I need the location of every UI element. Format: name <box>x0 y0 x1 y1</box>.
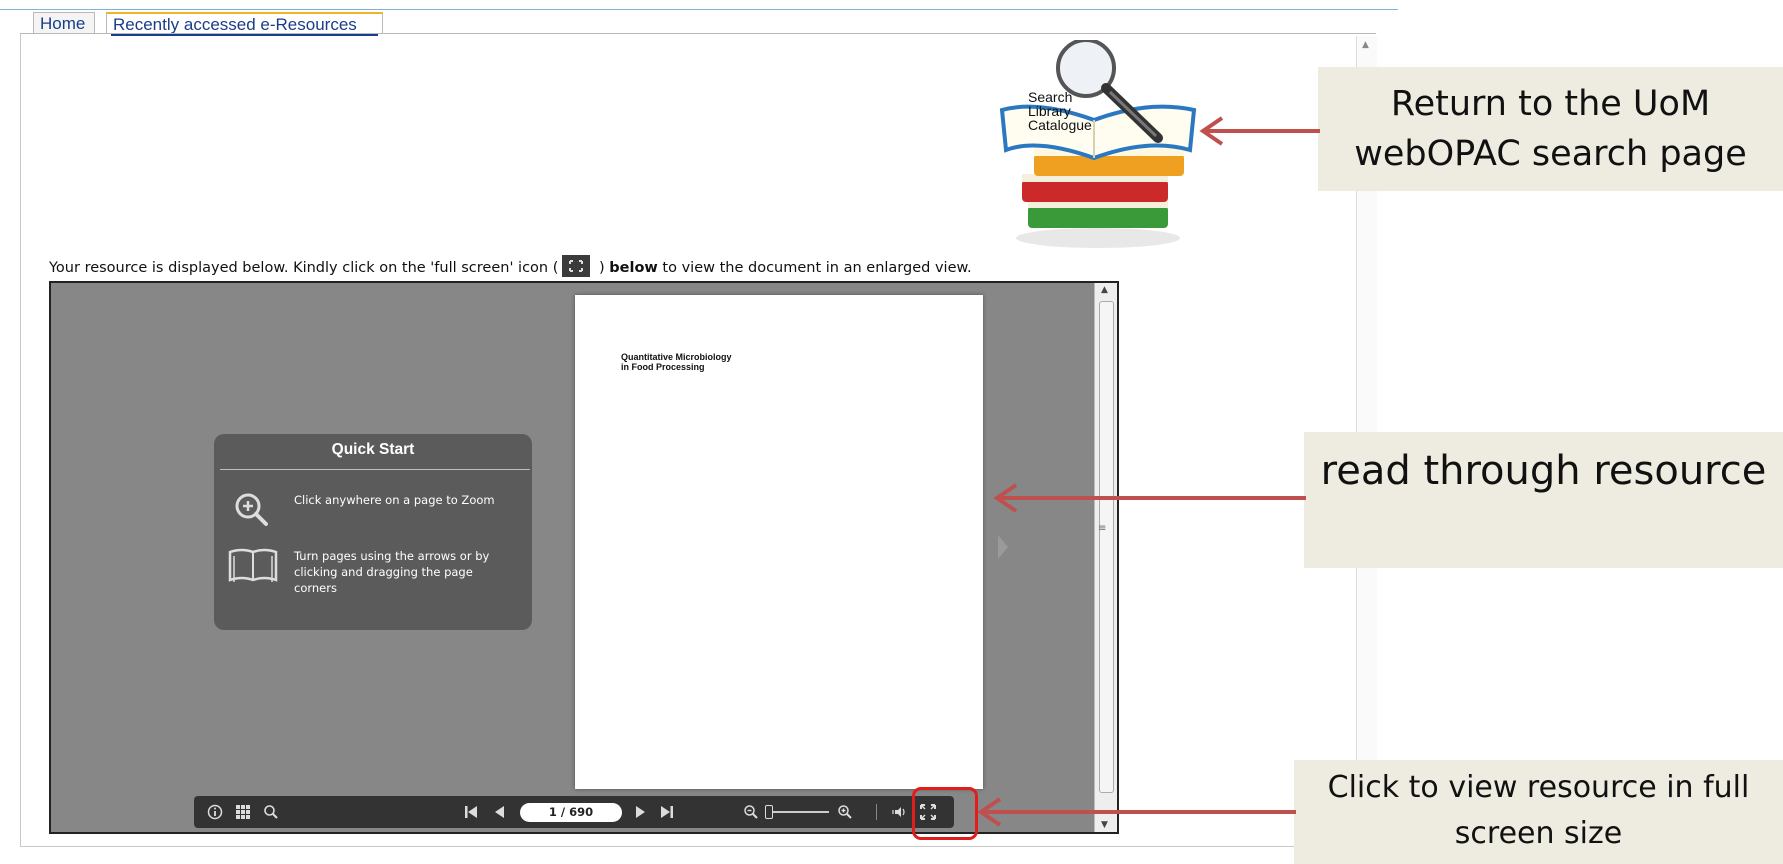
search-icon[interactable] <box>260 796 282 828</box>
page-number-input[interactable]: 1 / 690 <box>520 803 622 822</box>
top-border <box>0 9 1398 10</box>
quick-start-tip-zoom: Click anywhere on a page to Zoom <box>294 493 495 507</box>
toolbar-separator <box>876 804 877 820</box>
instructions-bold: below <box>609 260 658 276</box>
tab-home[interactable]: Home <box>33 12 95 34</box>
catalogue-line-3: Catalogue <box>1028 117 1092 133</box>
grid-icon[interactable] <box>232 796 254 828</box>
previous-page-icon[interactable] <box>488 796 510 828</box>
next-page-arrow-icon[interactable] <box>998 535 1008 559</box>
callout-webopac: Return to the UoM webOPAC search page <box>1318 67 1783 191</box>
zoom-out-icon[interactable] <box>740 796 762 828</box>
instructions-part-2: ) <box>594 260 610 276</box>
scroll-up-arrow-icon[interactable]: ▲ <box>1362 40 1369 50</box>
tab-home-label: Home <box>40 14 86 33</box>
tab-recently-accessed[interactable]: Recently accessed e-Resources <box>106 12 383 36</box>
fullscreen-icon-inline <box>562 255 591 277</box>
instructions-part-3: to view the document in an enlarged view… <box>657 260 972 276</box>
scroll-up-icon[interactable]: ▲ <box>1101 285 1108 295</box>
open-book-icon <box>228 548 278 582</box>
tab-recently-accessed-label: Recently accessed e-Resources <box>113 15 357 34</box>
sound-icon[interactable] <box>888 796 910 828</box>
viewer-toolbar: 1 / 690 <box>194 796 954 828</box>
zoom-in-icon <box>235 493 268 526</box>
next-page-icon[interactable] <box>630 796 652 828</box>
viewer-scroll-thumb[interactable] <box>1099 301 1114 793</box>
quick-start-divider <box>220 469 530 470</box>
last-page-icon[interactable] <box>656 796 678 828</box>
quick-start-tip-turn: Turn pages using the arrows or by clicki… <box>294 549 490 595</box>
scroll-grip-icon: ≡ <box>1098 523 1107 534</box>
first-page-icon[interactable] <box>460 796 482 828</box>
zoom-in-icon[interactable] <box>834 796 856 828</box>
search-library-catalogue-link[interactable]: Search Library Catalogue <box>998 40 1204 250</box>
viewer-scrollbar[interactable]: ▲ ≡ ▼ <box>1094 283 1117 832</box>
document-page[interactable]: Quantitative Microbiology in Food Proces… <box>575 295 983 789</box>
callout-read-resource: read through resource <box>1304 432 1783 568</box>
zoom-slider-handle[interactable] <box>765 805 773 819</box>
quick-start-title: Quick Start <box>331 441 415 458</box>
quick-start-panel: Quick Start Click anywhere on a page to … <box>214 434 532 630</box>
document-page-title: Quantitative Microbiology in Food Proces… <box>621 352 732 372</box>
document-viewer[interactable]: Quantitative Microbiology in Food Proces… <box>49 281 1119 834</box>
instructions-part-1: Your resource is displayed below. Kindly… <box>49 260 559 276</box>
fullscreen-highlight <box>912 787 978 840</box>
instructions-text: Your resource is displayed below. Kindly… <box>49 255 972 279</box>
info-icon[interactable] <box>204 796 226 828</box>
zoom-slider-track[interactable] <box>769 811 829 813</box>
scroll-down-icon[interactable]: ▼ <box>1101 820 1108 830</box>
callout-fullscreen: Click to view resource in full screen si… <box>1294 760 1783 864</box>
